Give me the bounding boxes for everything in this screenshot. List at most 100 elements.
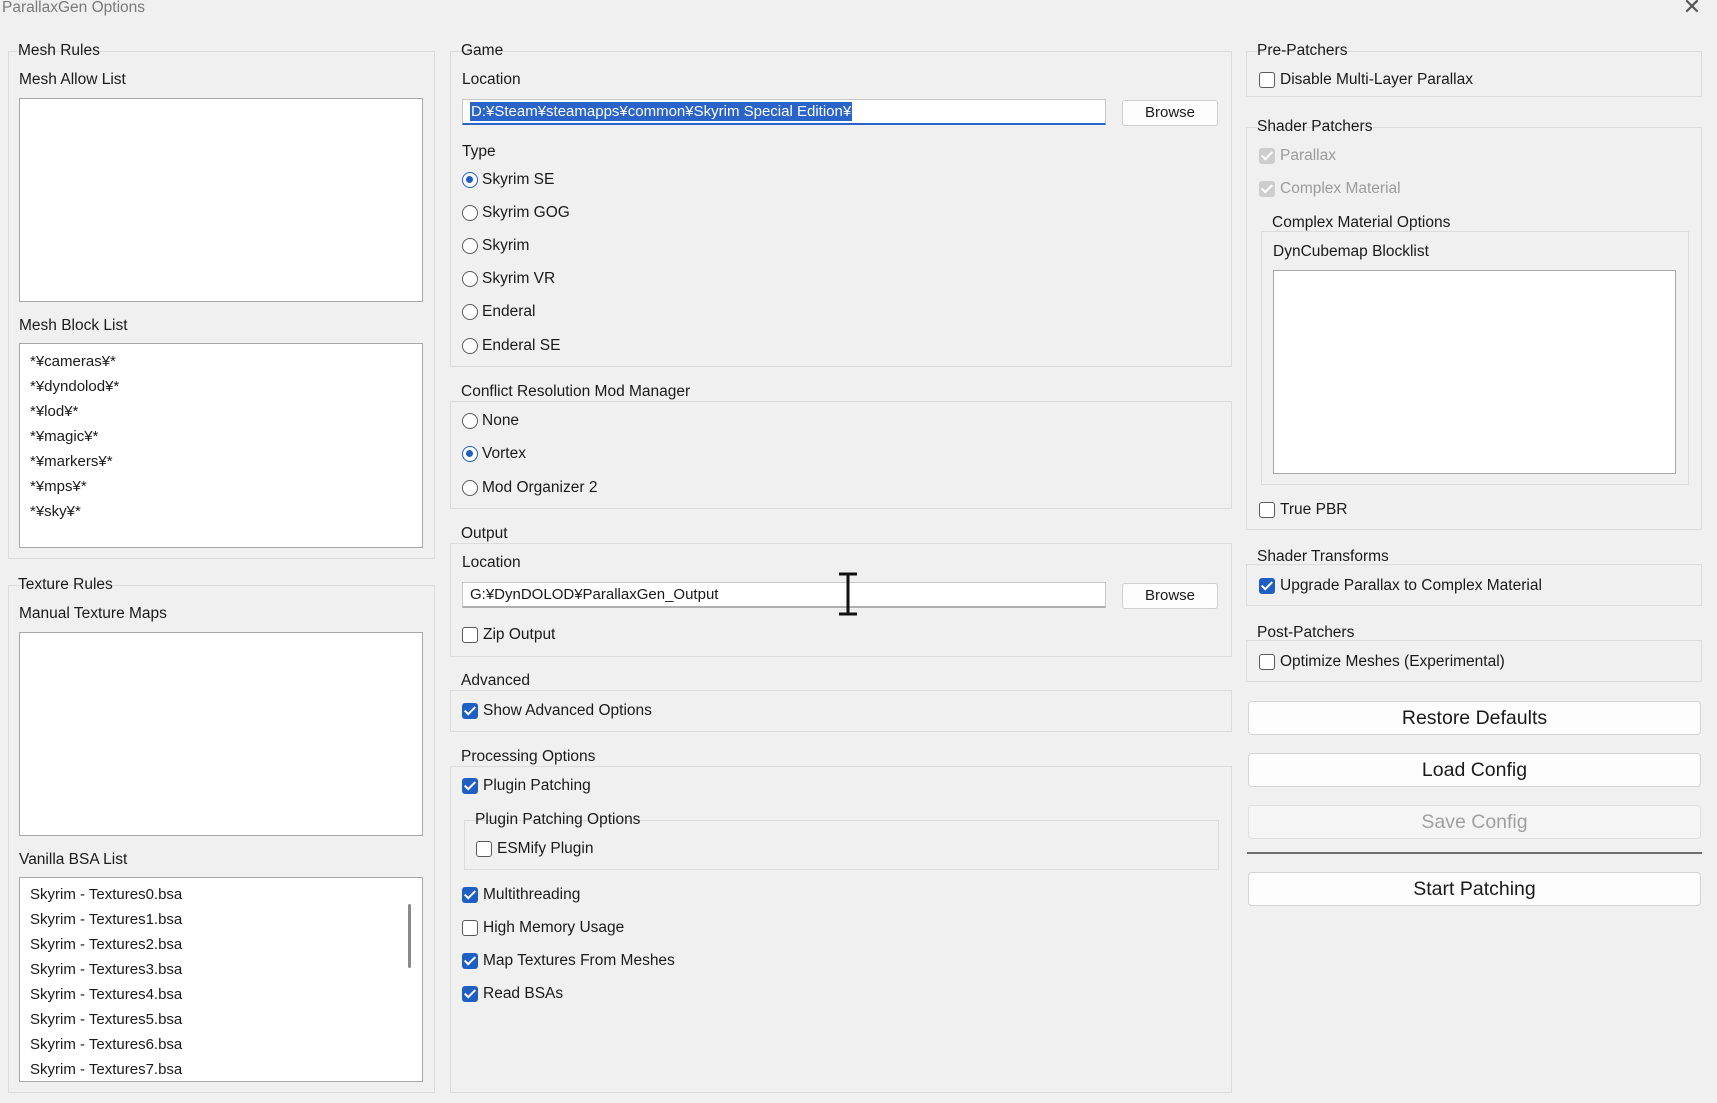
processing-options-title: Processing Options: [461, 748, 596, 765]
show-advanced-checkbox[interactable]: Show Advanced Options: [462, 700, 652, 722]
radio-selected-icon: [462, 172, 478, 188]
checkbox-icon: [476, 841, 492, 857]
radio-skyrim-se[interactable]: Skyrim SE: [462, 169, 554, 191]
radio-icon: [462, 205, 478, 221]
list-item[interactable]: Skyrim - Textures4.bsa: [20, 982, 422, 1007]
optimize-meshes-checkbox[interactable]: Optimize Meshes (Experimental): [1259, 651, 1505, 673]
game-location-label: Location: [462, 71, 521, 88]
complex-material-checkbox: Complex Material: [1259, 178, 1401, 200]
upgrade-parallax-checkbox[interactable]: Upgrade Parallax to Complex Material: [1259, 575, 1542, 597]
checkbox-icon: [1259, 502, 1275, 518]
list-item[interactable]: Skyrim - Textures0.bsa: [20, 882, 422, 907]
close-icon[interactable]: ✕: [1681, 0, 1703, 19]
radio-icon: [462, 413, 478, 429]
game-location-input[interactable]: D:¥Steam¥steamapps¥common¥Skyrim Special…: [462, 99, 1106, 125]
list-item[interactable]: Skyrim - Textures1.bsa: [20, 907, 422, 932]
mesh-allow-list[interactable]: [19, 98, 423, 302]
checkbox-checked-icon: [1259, 578, 1275, 594]
true-pbr-checkbox[interactable]: True PBR: [1259, 499, 1347, 521]
radio-skyrim-gog[interactable]: Skyrim GOG: [462, 202, 570, 224]
divider: [1247, 852, 1702, 854]
checkbox-checked-icon: [462, 778, 478, 794]
mesh-allow-list-label: Mesh Allow List: [19, 71, 126, 88]
advanced-title: Advanced: [461, 672, 530, 689]
list-item[interactable]: *¥cameras¥*: [20, 349, 422, 374]
radio-enderal-se[interactable]: Enderal SE: [462, 335, 560, 357]
radio-icon: [462, 338, 478, 354]
list-item[interactable]: *¥mps¥*: [20, 474, 422, 499]
plugin-patching-options-title: Plugin Patching Options: [475, 811, 641, 828]
radio-icon: [462, 238, 478, 254]
shader-transforms-title: Shader Transforms: [1257, 548, 1389, 565]
disable-mlp-checkbox[interactable]: Disable Multi-Layer Parallax: [1259, 69, 1473, 91]
list-item[interactable]: *¥sky¥*: [20, 499, 422, 524]
manual-texture-maps-label: Manual Texture Maps: [19, 605, 167, 622]
radio-icon: [462, 480, 478, 496]
title-bar: ParallaxGen Options ✕: [0, 0, 1717, 20]
output-title: Output: [461, 525, 508, 542]
complex-material-options-title: Complex Material Options: [1272, 214, 1451, 231]
checkbox-icon: [1259, 72, 1275, 88]
checkbox-checked-icon: [462, 986, 478, 1002]
shader-patchers-title: Shader Patchers: [1257, 118, 1373, 135]
read-bsas-checkbox[interactable]: Read BSAs: [462, 983, 563, 1005]
output-location-label: Location: [462, 554, 521, 571]
vanilla-bsa-list[interactable]: Skyrim - Textures0.bsa Skyrim - Textures…: [19, 877, 423, 1082]
list-item[interactable]: *¥magic¥*: [20, 424, 422, 449]
text-cursor-icon: [839, 572, 857, 616]
list-item[interactable]: *¥lod¥*: [20, 399, 422, 424]
scrollbar-thumb[interactable]: [408, 904, 411, 968]
checkbox-checked-icon: [462, 887, 478, 903]
esmify-checkbox[interactable]: ESMify Plugin: [476, 838, 593, 860]
multithreading-checkbox[interactable]: Multithreading: [462, 884, 580, 906]
checkbox-icon: [462, 627, 478, 643]
plugin-patching-checkbox[interactable]: Plugin Patching: [462, 775, 591, 797]
output-browse-button[interactable]: Browse: [1122, 583, 1218, 609]
checkbox-icon: [462, 920, 478, 936]
zip-output-checkbox[interactable]: Zip Output: [462, 624, 555, 646]
vanilla-bsa-list-label: Vanilla BSA List: [19, 851, 128, 868]
mesh-block-list-label: Mesh Block List: [19, 317, 128, 334]
game-browse-button[interactable]: Browse: [1122, 100, 1218, 126]
mesh-block-list[interactable]: *¥cameras¥* *¥dyndolod¥* *¥lod¥* *¥magic…: [19, 343, 423, 548]
radio-mm-none[interactable]: None: [462, 410, 519, 432]
checkbox-icon: [1259, 654, 1275, 670]
save-config-button: Save Config: [1248, 805, 1701, 839]
checkbox-checked-icon: [462, 703, 478, 719]
pre-patchers-title: Pre-Patchers: [1257, 42, 1348, 59]
list-item[interactable]: Skyrim - Textures5.bsa: [20, 1007, 422, 1032]
output-location-input[interactable]: G:¥DynDOLOD¥ParallaxGen_Output: [462, 582, 1106, 608]
game-type-label: Type: [462, 143, 496, 160]
high-memory-checkbox[interactable]: High Memory Usage: [462, 917, 624, 939]
start-patching-button[interactable]: Start Patching: [1248, 872, 1701, 906]
list-item[interactable]: Skyrim - Textures7.bsa: [20, 1057, 422, 1081]
conflict-resolution-title: Conflict Resolution Mod Manager: [461, 383, 691, 400]
parallax-checkbox: Parallax: [1259, 145, 1336, 167]
radio-skyrim-vr[interactable]: Skyrim VR: [462, 268, 555, 290]
window-title: ParallaxGen Options: [2, 0, 146, 16]
list-item[interactable]: Skyrim - Textures2.bsa: [20, 932, 422, 957]
load-config-button[interactable]: Load Config: [1248, 753, 1701, 787]
game-title: Game: [461, 42, 504, 59]
map-textures-checkbox[interactable]: Map Textures From Meshes: [462, 950, 675, 972]
list-item[interactable]: Skyrim - Textures6.bsa: [20, 1032, 422, 1057]
dyncubemap-blocklist-label: DynCubemap Blocklist: [1273, 243, 1429, 260]
list-item[interactable]: Skyrim - Textures3.bsa: [20, 957, 422, 982]
texture-rules-title: Texture Rules: [18, 576, 113, 593]
checkbox-disabled-icon: [1259, 181, 1275, 197]
manual-texture-maps-list[interactable]: [19, 632, 423, 836]
radio-skyrim[interactable]: Skyrim: [462, 235, 529, 257]
mesh-rules-title: Mesh Rules: [18, 42, 100, 59]
list-item[interactable]: *¥dyndolod¥*: [20, 374, 422, 399]
radio-mm-vortex[interactable]: Vortex: [462, 443, 526, 465]
list-item[interactable]: *¥markers¥*: [20, 449, 422, 474]
radio-enderal[interactable]: Enderal: [462, 301, 535, 323]
checkbox-checked-icon: [462, 953, 478, 969]
dyncubemap-blocklist[interactable]: [1273, 270, 1676, 474]
game-location-value: D:¥Steam¥steamapps¥common¥Skyrim Special…: [470, 102, 853, 121]
radio-icon: [462, 271, 478, 287]
radio-icon: [462, 304, 478, 320]
restore-defaults-button[interactable]: Restore Defaults: [1248, 701, 1701, 735]
radio-mm-mo2[interactable]: Mod Organizer 2: [462, 477, 597, 499]
radio-selected-icon: [462, 446, 478, 462]
